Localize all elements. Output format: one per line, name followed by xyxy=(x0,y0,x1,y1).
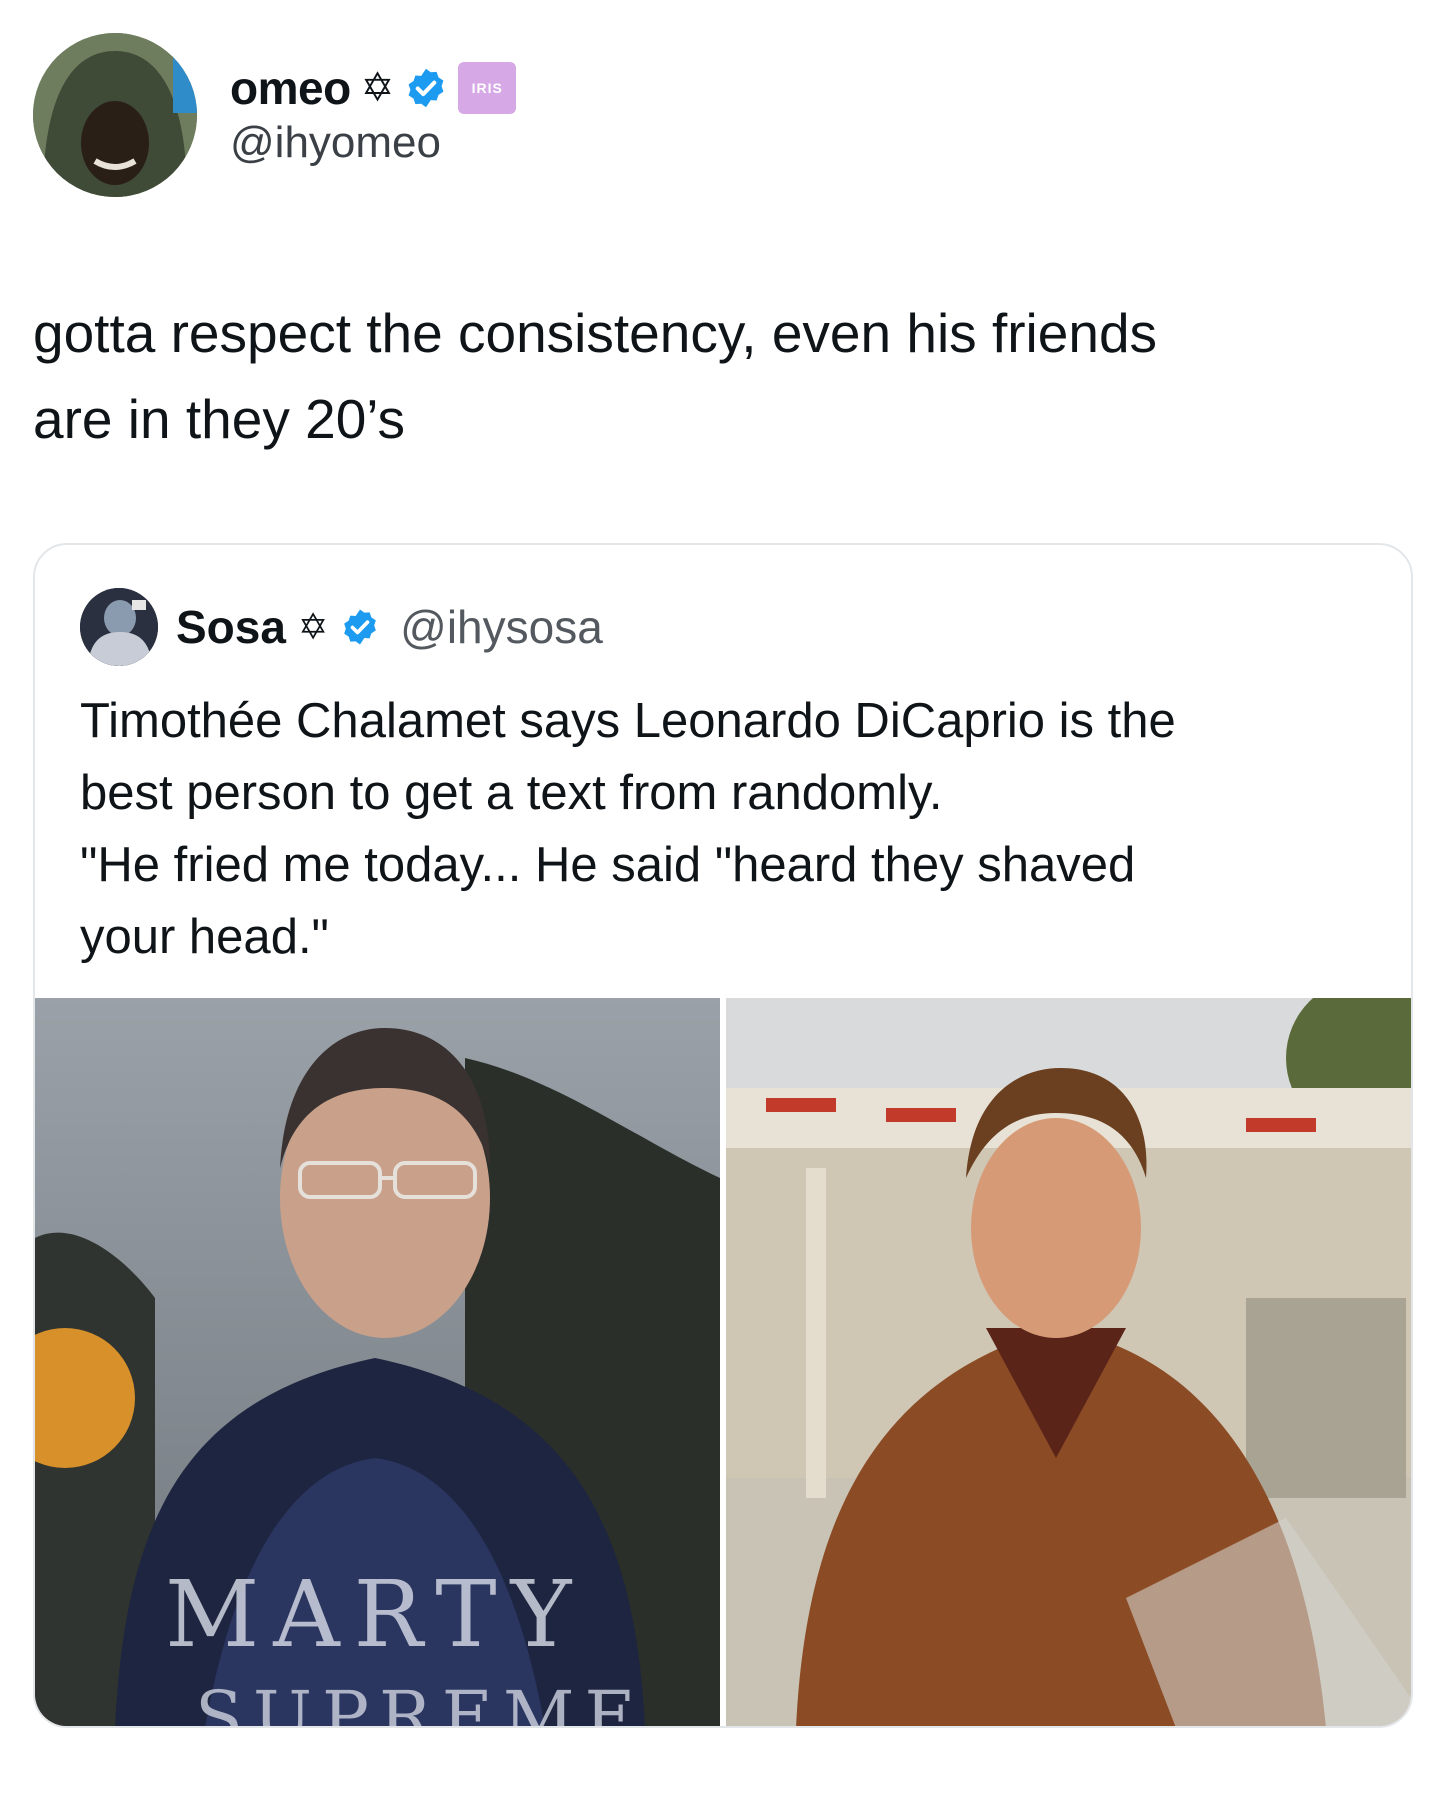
quoted-text-line: best person to get a text from randomly. xyxy=(80,766,943,820)
quoted-tweet-header: Sosa ✡ @ihysosa xyxy=(80,587,603,667)
media-photo-right[interactable] xyxy=(726,998,1411,1726)
media-photo-left[interactable]: MARTY SUPREME xyxy=(35,998,720,1728)
quoted-text-line: Timothée Chalamet says Leonardo DiCaprio… xyxy=(80,694,1176,748)
author-handle[interactable]: @ihyomeo xyxy=(230,118,441,168)
quoted-text-line: "He fried me today... He said "heard the… xyxy=(80,838,1136,892)
quoted-author-name[interactable]: Sosa xyxy=(176,600,286,654)
tweet-text: gotta respect the consistency, even his … xyxy=(33,290,1413,462)
tweet-text-line: gotta respect the consistency, even his … xyxy=(33,302,1158,364)
iris-badge-icon[interactable]: IRIS xyxy=(458,62,517,114)
verified-badge-icon[interactable] xyxy=(404,66,448,110)
author-name-row: omeo ✡ IRIS xyxy=(230,58,517,118)
shirt-text-supreme: SUPREME xyxy=(195,1676,646,1728)
quoted-tweet-text: Timothée Chalamet says Leonardo DiCaprio… xyxy=(80,685,1380,973)
author-avatar[interactable] xyxy=(33,33,197,197)
tweet-text-line: are in they 20’s xyxy=(33,388,406,450)
quoted-author-symbol: ✡ xyxy=(297,606,329,647)
author-display-name[interactable]: omeo xyxy=(230,61,351,115)
shirt-text-marty: MARTY xyxy=(165,1561,586,1668)
quoted-text-line: your head." xyxy=(80,910,329,964)
quoted-media-grid: MARTY SUPREME xyxy=(35,998,1411,1728)
quoted-author-avatar[interactable] xyxy=(80,588,158,666)
verified-badge-icon[interactable] xyxy=(340,607,380,647)
iris-badge-label: IRIS xyxy=(471,80,503,96)
author-symbol: ✡ xyxy=(360,66,395,110)
quoted-tweet-card[interactable]: Sosa ✡ @ihysosa Timothée Chalamet says L… xyxy=(33,543,1413,1728)
quoted-author-handle[interactable]: @ihysosa xyxy=(400,600,603,654)
